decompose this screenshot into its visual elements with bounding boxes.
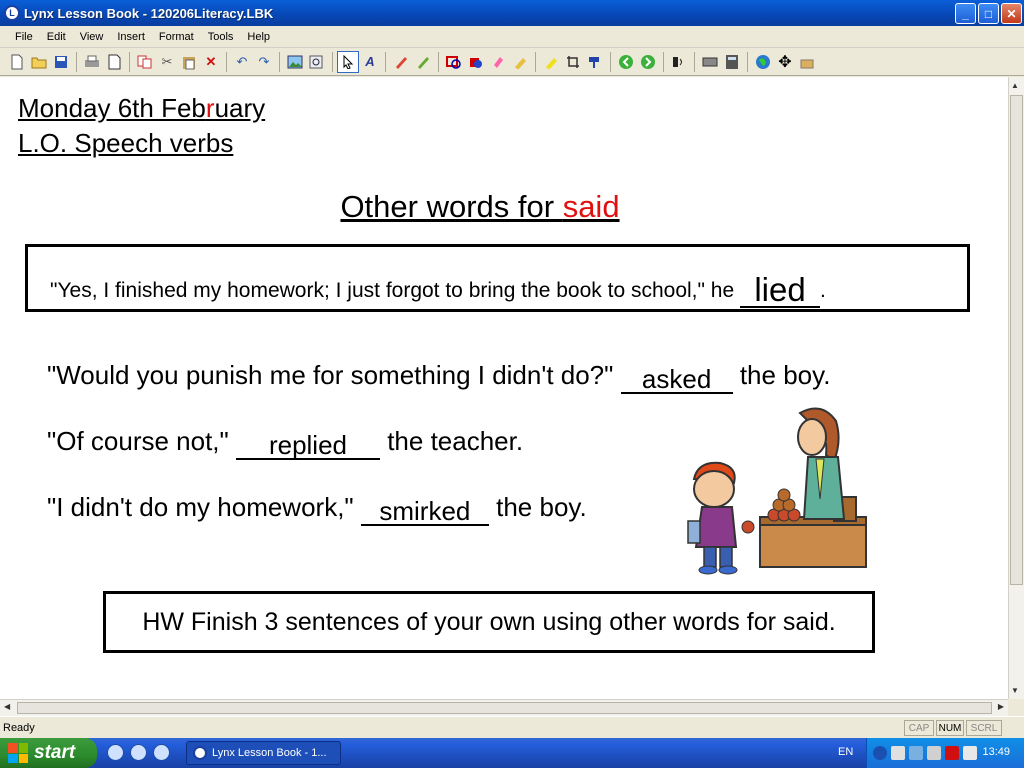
taskbar: start Lynx Lesson Book - 1... EN 13:49: [0, 738, 1024, 768]
highlighter-yellow-icon[interactable]: [540, 51, 562, 73]
shape-icon[interactable]: [443, 51, 465, 73]
title-bar: L Lynx Lesson Book - 120206Literacy.LBK …: [0, 0, 1024, 26]
sentence-3: "I didn't do my homework," smirked the b…: [47, 492, 587, 526]
toolbar: ✂ ✕ ↶ ↷ A ✥: [0, 48, 1024, 76]
sentence-2: "Of course not," replied the teacher.: [47, 426, 524, 460]
example-answer: lied: [740, 273, 820, 308]
tray-app-icon[interactable]: [891, 746, 905, 760]
vertical-scroll-thumb[interactable]: [1010, 95, 1023, 585]
maximize-button[interactable]: □: [978, 3, 999, 24]
tray-monitor-icon[interactable]: [927, 746, 941, 760]
internet-explorer-icon[interactable]: [107, 744, 124, 761]
crop-icon[interactable]: [562, 51, 584, 73]
tray-volume-icon[interactable]: [963, 746, 977, 760]
eraser-icon[interactable]: [487, 51, 509, 73]
sentence-1: "Would you punish me for something I did…: [47, 360, 831, 394]
scrl-indicator: SCRL: [966, 720, 1002, 736]
start-button[interactable]: start: [0, 738, 97, 768]
text-icon[interactable]: A: [359, 51, 381, 73]
fill-icon[interactable]: [465, 51, 487, 73]
format-brush-icon[interactable]: [584, 51, 606, 73]
teacher-and-boy-clipart[interactable]: [682, 403, 872, 575]
browser-icon[interactable]: [130, 744, 147, 761]
tray-network-icon[interactable]: [909, 746, 923, 760]
example-box: "Yes, I finished my homework; I just for…: [25, 244, 970, 312]
learning-objective: L.O. Speech verbs: [18, 128, 234, 158]
calculator-icon[interactable]: [721, 51, 743, 73]
keyboard-icon[interactable]: [699, 51, 721, 73]
example-sentence: "Yes, I finished my homework; I just for…: [50, 271, 826, 308]
menu-help[interactable]: Help: [240, 31, 277, 43]
tray-expand-icon[interactable]: [873, 746, 887, 760]
page-title: Other words for said: [340, 189, 620, 224]
answer-2: replied: [235, 432, 380, 460]
move-icon[interactable]: ✥: [774, 51, 796, 73]
cap-indicator: CAP: [904, 720, 934, 736]
print-icon[interactable]: [81, 51, 103, 73]
copy-icon[interactable]: [134, 51, 156, 73]
highlighter-icon[interactable]: [509, 51, 531, 73]
minimize-button[interactable]: _: [955, 3, 976, 24]
globe-icon[interactable]: [752, 51, 774, 73]
answer-3: smirked: [360, 498, 489, 526]
forward-icon[interactable]: [637, 51, 659, 73]
new-icon[interactable]: [6, 51, 28, 73]
delete-icon[interactable]: ✕: [200, 51, 222, 73]
redo-icon[interactable]: ↷: [253, 51, 275, 73]
menu-bar: File Edit View Insert Format Tools Help: [0, 26, 1024, 48]
menu-insert[interactable]: Insert: [110, 31, 152, 43]
back-icon[interactable]: [615, 51, 637, 73]
language-indicator[interactable]: EN: [838, 746, 853, 758]
date-heading: Monday 6th February: [18, 93, 266, 123]
horizontal-scroll-thumb[interactable]: [17, 702, 992, 714]
taskbar-item-lynx[interactable]: Lynx Lesson Book - 1...: [186, 741, 341, 765]
lynx-logo-icon: L: [4, 5, 20, 21]
clock[interactable]: 13:49: [982, 746, 1010, 758]
media-player-icon[interactable]: [153, 744, 170, 761]
close-button[interactable]: ✕: [1001, 3, 1022, 24]
select-icon[interactable]: [337, 50, 359, 73]
vertical-scrollbar[interactable]: ▲ ▼: [1008, 77, 1024, 699]
pen-icon[interactable]: [390, 51, 412, 73]
open-icon[interactable]: [28, 51, 50, 73]
undo-icon[interactable]: ↶: [231, 51, 253, 73]
menu-tools[interactable]: Tools: [201, 31, 241, 43]
tools-icon[interactable]: [796, 51, 818, 73]
answer-1: asked: [620, 366, 733, 394]
num-indicator: NUM: [936, 720, 964, 736]
quick-launch: [107, 744, 170, 761]
menu-file[interactable]: File: [8, 31, 40, 43]
windows-logo-icon: [8, 743, 28, 763]
tray-antivirus-icon[interactable]: [945, 746, 959, 760]
cut-icon[interactable]: ✂: [156, 51, 178, 73]
menu-edit[interactable]: Edit: [40, 31, 73, 43]
homework-box: HW Finish 3 sentences of your own using …: [103, 591, 875, 653]
horizontal-scrollbar[interactable]: ◀ ▶: [0, 699, 1008, 716]
save-icon[interactable]: [50, 51, 72, 73]
status-bar: Ready CAP NUM SCRL: [0, 716, 1024, 738]
status-text: Ready: [3, 721, 35, 734]
marker-icon[interactable]: [412, 51, 434, 73]
system-tray: 13:49: [866, 738, 1024, 768]
paste-icon[interactable]: [178, 51, 200, 73]
lynx-logo-icon: [193, 746, 207, 760]
zoom-icon[interactable]: [306, 51, 328, 73]
page-icon[interactable]: [103, 51, 125, 73]
menu-view[interactable]: View: [73, 31, 111, 43]
lesson-page[interactable]: Monday 6th February L.O. Speech verbs Ot…: [0, 77, 1008, 699]
presenter-icon[interactable]: [668, 51, 690, 73]
image-icon[interactable]: [284, 51, 306, 73]
window-title: Lynx Lesson Book - 120206Literacy.LBK: [24, 5, 274, 21]
menu-format[interactable]: Format: [152, 31, 201, 43]
